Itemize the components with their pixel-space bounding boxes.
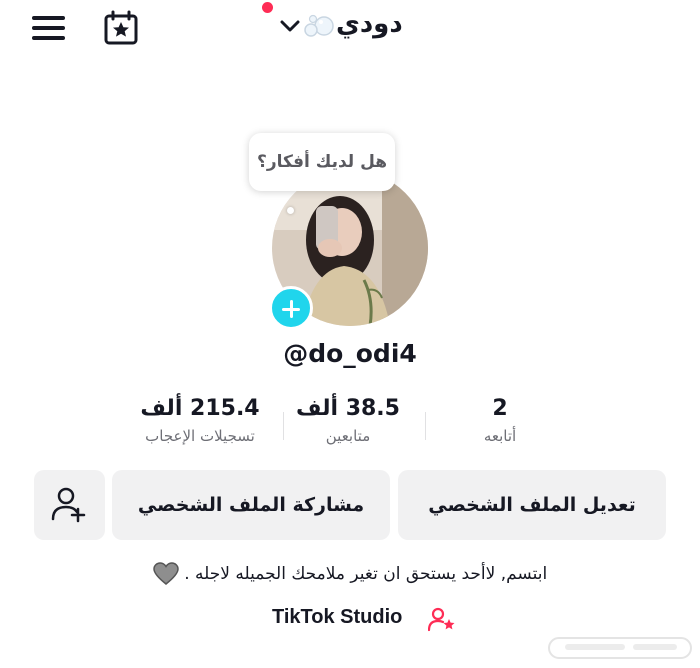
thought-bubble-text: هل لديك أفكار؟ <box>256 152 388 172</box>
profile-title[interactable]: دودي <box>336 9 403 39</box>
bubbles-emoji-icon <box>302 12 336 40</box>
following-label: أتابعه <box>483 427 517 445</box>
calendar-button[interactable] <box>103 10 139 46</box>
menu-icon-line <box>32 36 65 40</box>
add-story-plus-icon[interactable] <box>269 286 313 330</box>
thought-bubble-tail <box>287 207 294 214</box>
stat-followers[interactable]: 38.5 ألف متابعين <box>268 396 428 445</box>
add-friend-icon <box>51 487 86 523</box>
stat-divider <box>283 412 284 440</box>
stat-following[interactable]: 2 أتابعه <box>420 396 580 445</box>
menu-icon-line <box>32 16 65 20</box>
likes-label: تسجيلات الإعجاب <box>145 427 255 445</box>
grey-heart-icon <box>153 562 179 585</box>
followers-count: 38.5 ألف <box>296 396 400 421</box>
notification-dot <box>262 2 273 13</box>
menu-button[interactable] <box>32 14 66 42</box>
chevron-down-icon <box>280 20 300 32</box>
edit-profile-button[interactable]: تعديل الملف الشخصي <box>398 470 666 540</box>
bio: ابتسم, لاأحد يستحق ان تغير ملامحك الجميل… <box>0 562 700 586</box>
following-count: 2 <box>492 396 508 421</box>
thought-bubble[interactable]: هل لديك أفكار؟ <box>249 133 395 191</box>
creator-star-icon <box>428 607 455 632</box>
share-profile-button[interactable]: مشاركة الملف الشخصي <box>112 470 390 540</box>
account-switch-button[interactable] <box>280 18 300 32</box>
likes-count: 215.4 ألف <box>140 396 260 421</box>
bio-text: ابتسم, لاأحد يستحق ان تغير ملامحك الجميل… <box>184 564 548 584</box>
followers-label: متابعين <box>325 427 371 445</box>
username: @do_odi4 <box>283 339 417 368</box>
tiktok-studio-link[interactable]: TikTok Studio <box>272 604 462 634</box>
add-friend-button[interactable] <box>34 470 105 540</box>
calendar-star-icon <box>104 10 138 45</box>
stat-likes[interactable]: 215.4 ألف تسجيلات الإعجاب <box>120 396 280 445</box>
menu-icon-line <box>32 26 65 30</box>
tiktok-studio-label: TikTok Studio <box>272 606 403 628</box>
watermark-logo <box>545 630 695 664</box>
